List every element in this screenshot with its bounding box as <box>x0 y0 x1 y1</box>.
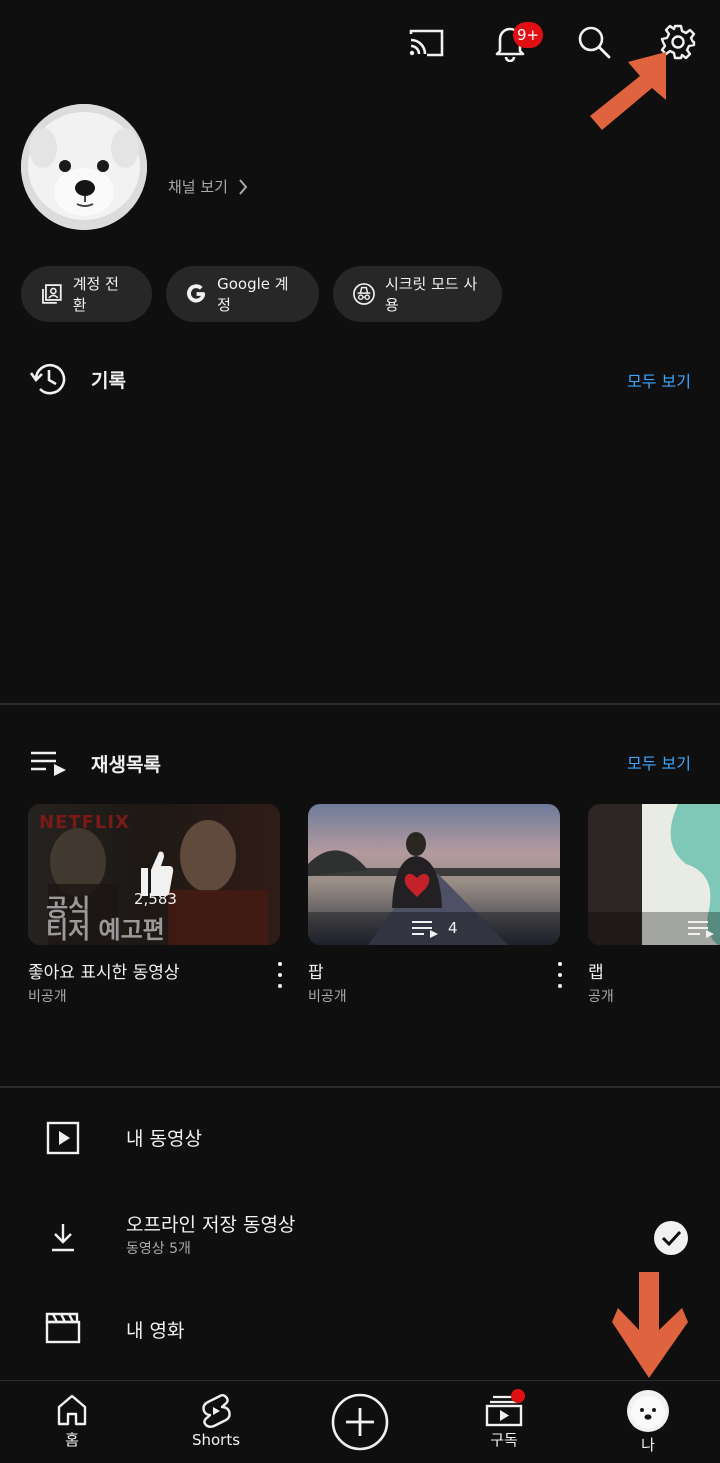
liked-videos-thumbnail[interactable]: NETFLIX 공식 티저 예고편 2,583 <box>28 804 280 945</box>
liked-videos-title[interactable]: 좋아요 표시한 동영상 <box>28 958 180 983</box>
my-movies-row-icon-wrap[interactable] <box>40 1304 86 1350</box>
pop-thumbnail-art <box>308 832 560 945</box>
nav-shorts-label: Shorts <box>191 1431 241 1449</box>
home-icon <box>57 1394 87 1426</box>
clapperboard-icon <box>45 1312 81 1344</box>
my-videos-label[interactable]: 내 동영상 <box>126 1124 202 1151</box>
liked-videos-privacy: 비공개 <box>28 989 67 1005</box>
rap-playlist-thumbnail[interactable] <box>588 804 720 945</box>
incognito-label: 시크릿 모드 사용 <box>384 275 478 314</box>
view-channel-link[interactable]: 채널 보기 <box>168 176 248 197</box>
incognito-chip[interactable]: 시크릿 모드 사용 <box>333 266 502 322</box>
view-channel-label: 채널 보기 <box>168 178 228 196</box>
history-see-all-link[interactable]: 모두 보기 <box>627 368 691 392</box>
pop-playlist-thumbnail[interactable]: 4 <box>308 804 560 945</box>
google-account-label: Google 계정 <box>217 275 289 314</box>
netflix-brand-text: NETFLIX <box>39 812 130 833</box>
switch-account-icon <box>42 284 62 304</box>
pop-playlist-privacy: 비공개 <box>308 989 347 1005</box>
thumb-text-teaser: 티저 예고편 <box>46 916 165 944</box>
like-count: 2,583 <box>134 890 177 908</box>
check-circle-icon <box>654 1221 688 1255</box>
dog-avatar-image <box>21 104 147 230</box>
rap-playlist-title[interactable]: 랩 <box>588 958 604 983</box>
rap-playlist-privacy: 공개 <box>588 989 614 1005</box>
play-box-icon <box>46 1121 80 1155</box>
liked-videos-more-button[interactable] <box>276 962 284 988</box>
my-videos-row-icon-wrap[interactable] <box>40 1115 86 1161</box>
nav-create[interactable] <box>330 1381 390 1463</box>
playlist-icon <box>31 751 66 776</box>
offline-row-icon-wrap[interactable] <box>40 1214 86 1260</box>
switch-account-chip[interactable]: 계정 전환 <box>21 266 152 322</box>
nav-home[interactable]: 홈 <box>32 1381 112 1463</box>
history-title: 기록 <box>91 370 126 392</box>
chevron-right-icon <box>239 178 248 195</box>
my-movies-label[interactable]: 내 영화 <box>126 1316 184 1343</box>
offline-videos-count: 동영상 5개 <box>126 1241 191 1257</box>
bottom-navigation: 홈 Shorts 구독 나 <box>0 1380 720 1463</box>
history-icon <box>29 363 66 395</box>
nav-shorts[interactable]: Shorts <box>176 1381 256 1463</box>
subscriptions-new-dot <box>511 1389 525 1403</box>
google-account-chip[interactable]: Google 계정 <box>166 266 319 322</box>
section-divider <box>0 1086 720 1088</box>
switch-account-label: 계정 전환 <box>72 275 119 314</box>
cast-button[interactable] <box>404 21 448 65</box>
playlists-see-all-link[interactable]: 모두 보기 <box>627 750 691 774</box>
nav-subscriptions[interactable]: 구독 <box>464 1381 544 1463</box>
annotation-arrow-settings <box>590 52 666 130</box>
notification-badge: 9+ <box>513 22 543 48</box>
create-plus-icon <box>331 1393 389 1451</box>
section-divider <box>0 703 720 705</box>
google-icon <box>186 284 206 303</box>
profile-avatar[interactable] <box>21 104 147 230</box>
nav-you-label: 나 <box>641 1436 655 1454</box>
offline-videos-label[interactable]: 오프라인 저장 동영상 <box>126 1210 295 1237</box>
pop-playlist-more-button[interactable] <box>556 962 564 988</box>
shorts-icon <box>202 1394 231 1428</box>
incognito-icon <box>353 283 375 305</box>
rap-thumbnail-art <box>588 804 720 945</box>
nav-you[interactable]: 나 <box>608 1381 688 1463</box>
pop-video-count: 4 <box>448 919 458 937</box>
nav-subscriptions-label: 구독 <box>490 1431 518 1449</box>
you-avatar-icon <box>627 1390 669 1432</box>
cast-icon <box>409 29 444 57</box>
nav-home-label: 홈 <box>65 1431 79 1449</box>
playlists-title: 재생목록 <box>91 754 161 776</box>
pop-playlist-title[interactable]: 팝 <box>308 958 324 983</box>
annotation-arrow-you-tab <box>612 1272 688 1378</box>
download-icon <box>52 1224 74 1252</box>
